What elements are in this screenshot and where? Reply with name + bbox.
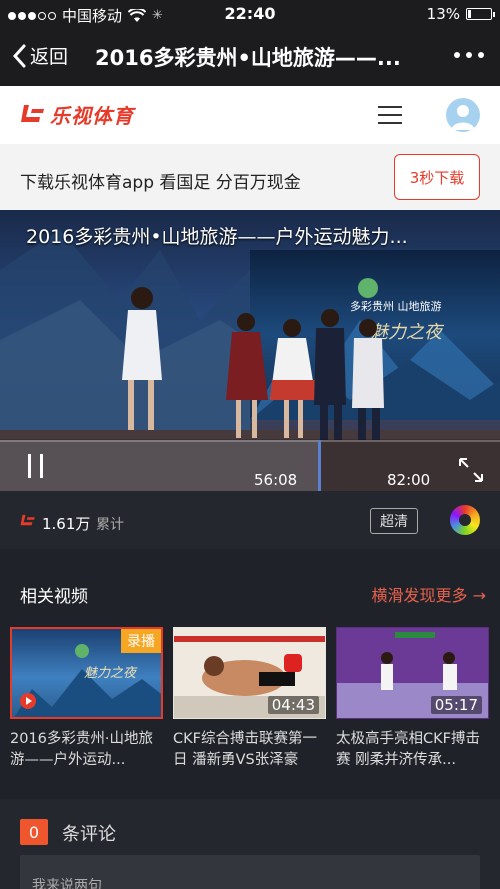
pause-icon[interactable]: [28, 454, 44, 478]
user-icon: [451, 105, 475, 130]
download-banner-text: 下载乐视体育app 看国足 分百万现金: [20, 173, 301, 193]
status-right: 13%: [426, 5, 495, 23]
download-banner: 下载乐视体育app 看国足 分百万现金 3秒下载: [0, 144, 500, 210]
related-more-link[interactable]: 横滑发现更多 →: [372, 582, 487, 606]
video-thumbnail[interactable]: 04:43: [173, 627, 326, 719]
related-video-card[interactable]: 05:17 太极高手亮相CKF搏击赛 刚柔并济传承...: [336, 627, 489, 771]
battery-level: [468, 10, 471, 18]
video-player[interactable]: 多彩贵州 山地旅游 魅力之夜 2016多彩贵州•山地旅游——户外运动魅力... …: [0, 210, 500, 491]
color-wheel-icon[interactable]: [450, 505, 480, 535]
comment-count-badge: 0: [20, 819, 48, 845]
current-time: 56:08: [254, 471, 298, 489]
related-video-title: 2016多彩贵州·山地旅游——户外运动...: [10, 731, 154, 768]
comments-section: 0 条评论 我来说两句: [0, 799, 500, 889]
brand-logo[interactable]: 乐视体育: [20, 100, 134, 129]
status-time: 22:40: [224, 4, 276, 23]
page-title: 2016多彩贵州•山地旅游——...: [95, 46, 401, 70]
letv-small-logo-icon: [20, 514, 35, 526]
comment-input[interactable]: 我来说两句: [20, 855, 480, 889]
total-time: 82:00: [387, 471, 431, 489]
battery-icon: [466, 8, 495, 20]
related-heading: 相关视频: [20, 587, 88, 607]
video-title: 2016多彩贵州•山地旅游——户外运动魅力...: [26, 226, 408, 248]
video-thumbnail[interactable]: 05:17: [336, 627, 489, 719]
brand-logo-text: 乐视体育: [50, 104, 134, 128]
back-button[interactable]: 返回: [12, 42, 68, 69]
quality-button[interactable]: 超清: [370, 508, 418, 534]
chevron-left-icon: [12, 44, 26, 67]
nav-bar: 返回 2016多彩贵州•山地旅游——...: [0, 28, 500, 86]
view-count: 1.61万: [42, 515, 91, 533]
comments-label: 条评论: [62, 824, 116, 845]
related-video-title: CKF综合搏击联赛第一日 潘新勇VS张泽豪: [173, 731, 317, 768]
brand-header: 乐视体育: [0, 86, 500, 144]
letv-logo-icon: [21, 104, 44, 122]
more-options-button[interactable]: [454, 52, 484, 58]
battery-percent: 13%: [426, 5, 460, 23]
download-button[interactable]: 3秒下载: [394, 154, 480, 200]
play-icon: [20, 693, 36, 709]
view-count-label: 累计: [96, 517, 124, 533]
video-info-bar: 1.61万 累计 超清: [0, 491, 500, 549]
fullscreen-icon[interactable]: [456, 455, 486, 485]
user-avatar[interactable]: [446, 98, 480, 132]
related-videos-section: 相关视频 横滑发现更多 → 魅力之夜 录播 2016多彩贵州·山地旅游——户外运…: [0, 549, 500, 799]
related-video-title: 太极高手亮相CKF搏击赛 刚柔并济传承...: [336, 731, 480, 768]
menu-icon[interactable]: [378, 106, 402, 130]
back-label: 返回: [30, 46, 69, 68]
video-duration: 05:17: [430, 696, 482, 714]
video-duration: 04:43: [267, 696, 319, 714]
svg-text:魅力之夜: 魅力之夜: [84, 666, 138, 681]
status-bar: 中国移动 ✳ 22:40 13%: [0, 0, 500, 28]
video-thumbnail[interactable]: 魅力之夜 录播: [10, 627, 163, 719]
related-video-card[interactable]: 魅力之夜 录播 2016多彩贵州·山地旅游——户外运动...: [10, 627, 163, 771]
replay-badge: 录播: [121, 629, 161, 653]
related-video-card[interactable]: 04:43 CKF综合搏击联赛第一日 潘新勇VS张泽豪: [173, 627, 326, 771]
